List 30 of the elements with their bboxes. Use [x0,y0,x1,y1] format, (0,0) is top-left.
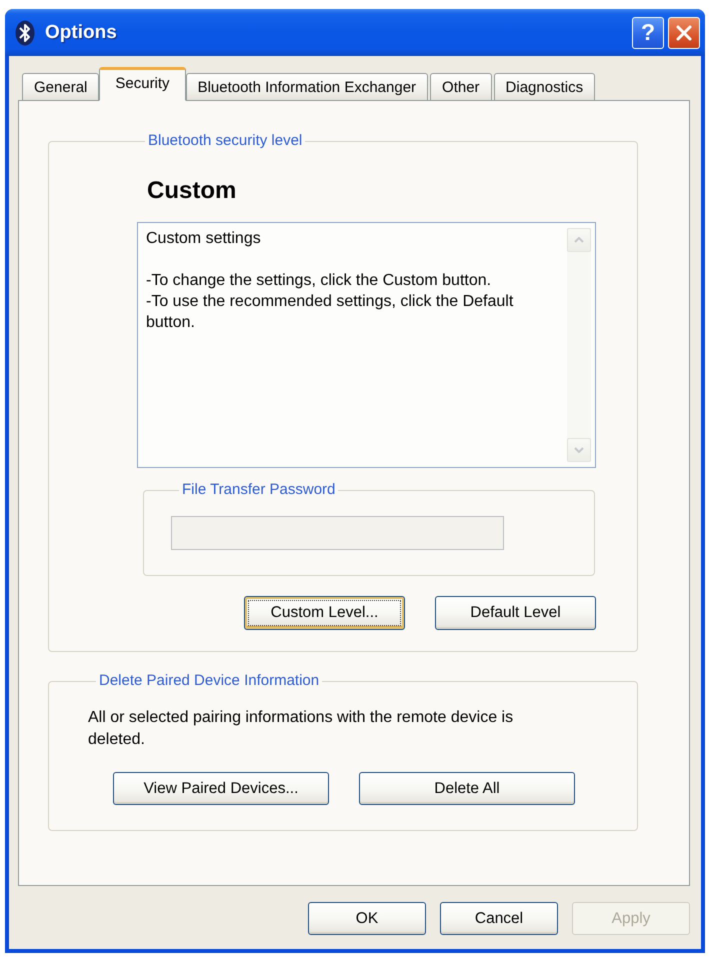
help-button[interactable]: ? [632,16,664,48]
description-line: -To use the recommended settings, click the Default button. [146,292,514,333]
group-label: Bluetooth security level [147,132,304,150]
group-label: File Transfer Password [181,481,336,499]
push-button[interactable]: View Paired Devices... [113,772,329,805]
scroll-down-button[interactable] [567,438,591,462]
push-button[interactable]: Custom Level... [244,596,405,630]
group-label: Delete Paired Device Information [98,672,320,690]
scroll-up-button[interactable] [567,228,591,252]
tab[interactable]: General [22,73,100,101]
chevron-down-icon [574,447,584,453]
push-button[interactable]: Default Level [435,596,596,630]
tab[interactable]: Other [430,73,492,101]
window-title: Options [45,22,118,44]
info-text: All or selected pairing informations with the remote device is deleted. [88,708,514,750]
description-line: -To change the settings, click the Custom button. [146,271,492,291]
push-button[interactable]: Delete All [359,772,575,805]
chevron-up-icon [574,237,584,243]
bluetooth-icon [15,20,35,46]
security-level-name: Custom [147,176,238,206]
tab[interactable]: Security [99,67,186,101]
tab[interactable]: Diagnostics [494,73,596,101]
tab[interactable]: Bluetooth Information Exchanger [186,73,428,101]
dialog-button[interactable]: OK [308,902,426,935]
description-box[interactable]: Custom settings -To change the settings, click the Custom button. -To use the recommended settings, click the Default button. [137,222,596,468]
close-button[interactable] [668,16,700,48]
close-icon [676,24,692,40]
dialog-button[interactable]: Cancel [440,902,558,935]
scrollbar[interactable] [567,228,591,462]
description-heading: Custom settings [146,229,262,249]
